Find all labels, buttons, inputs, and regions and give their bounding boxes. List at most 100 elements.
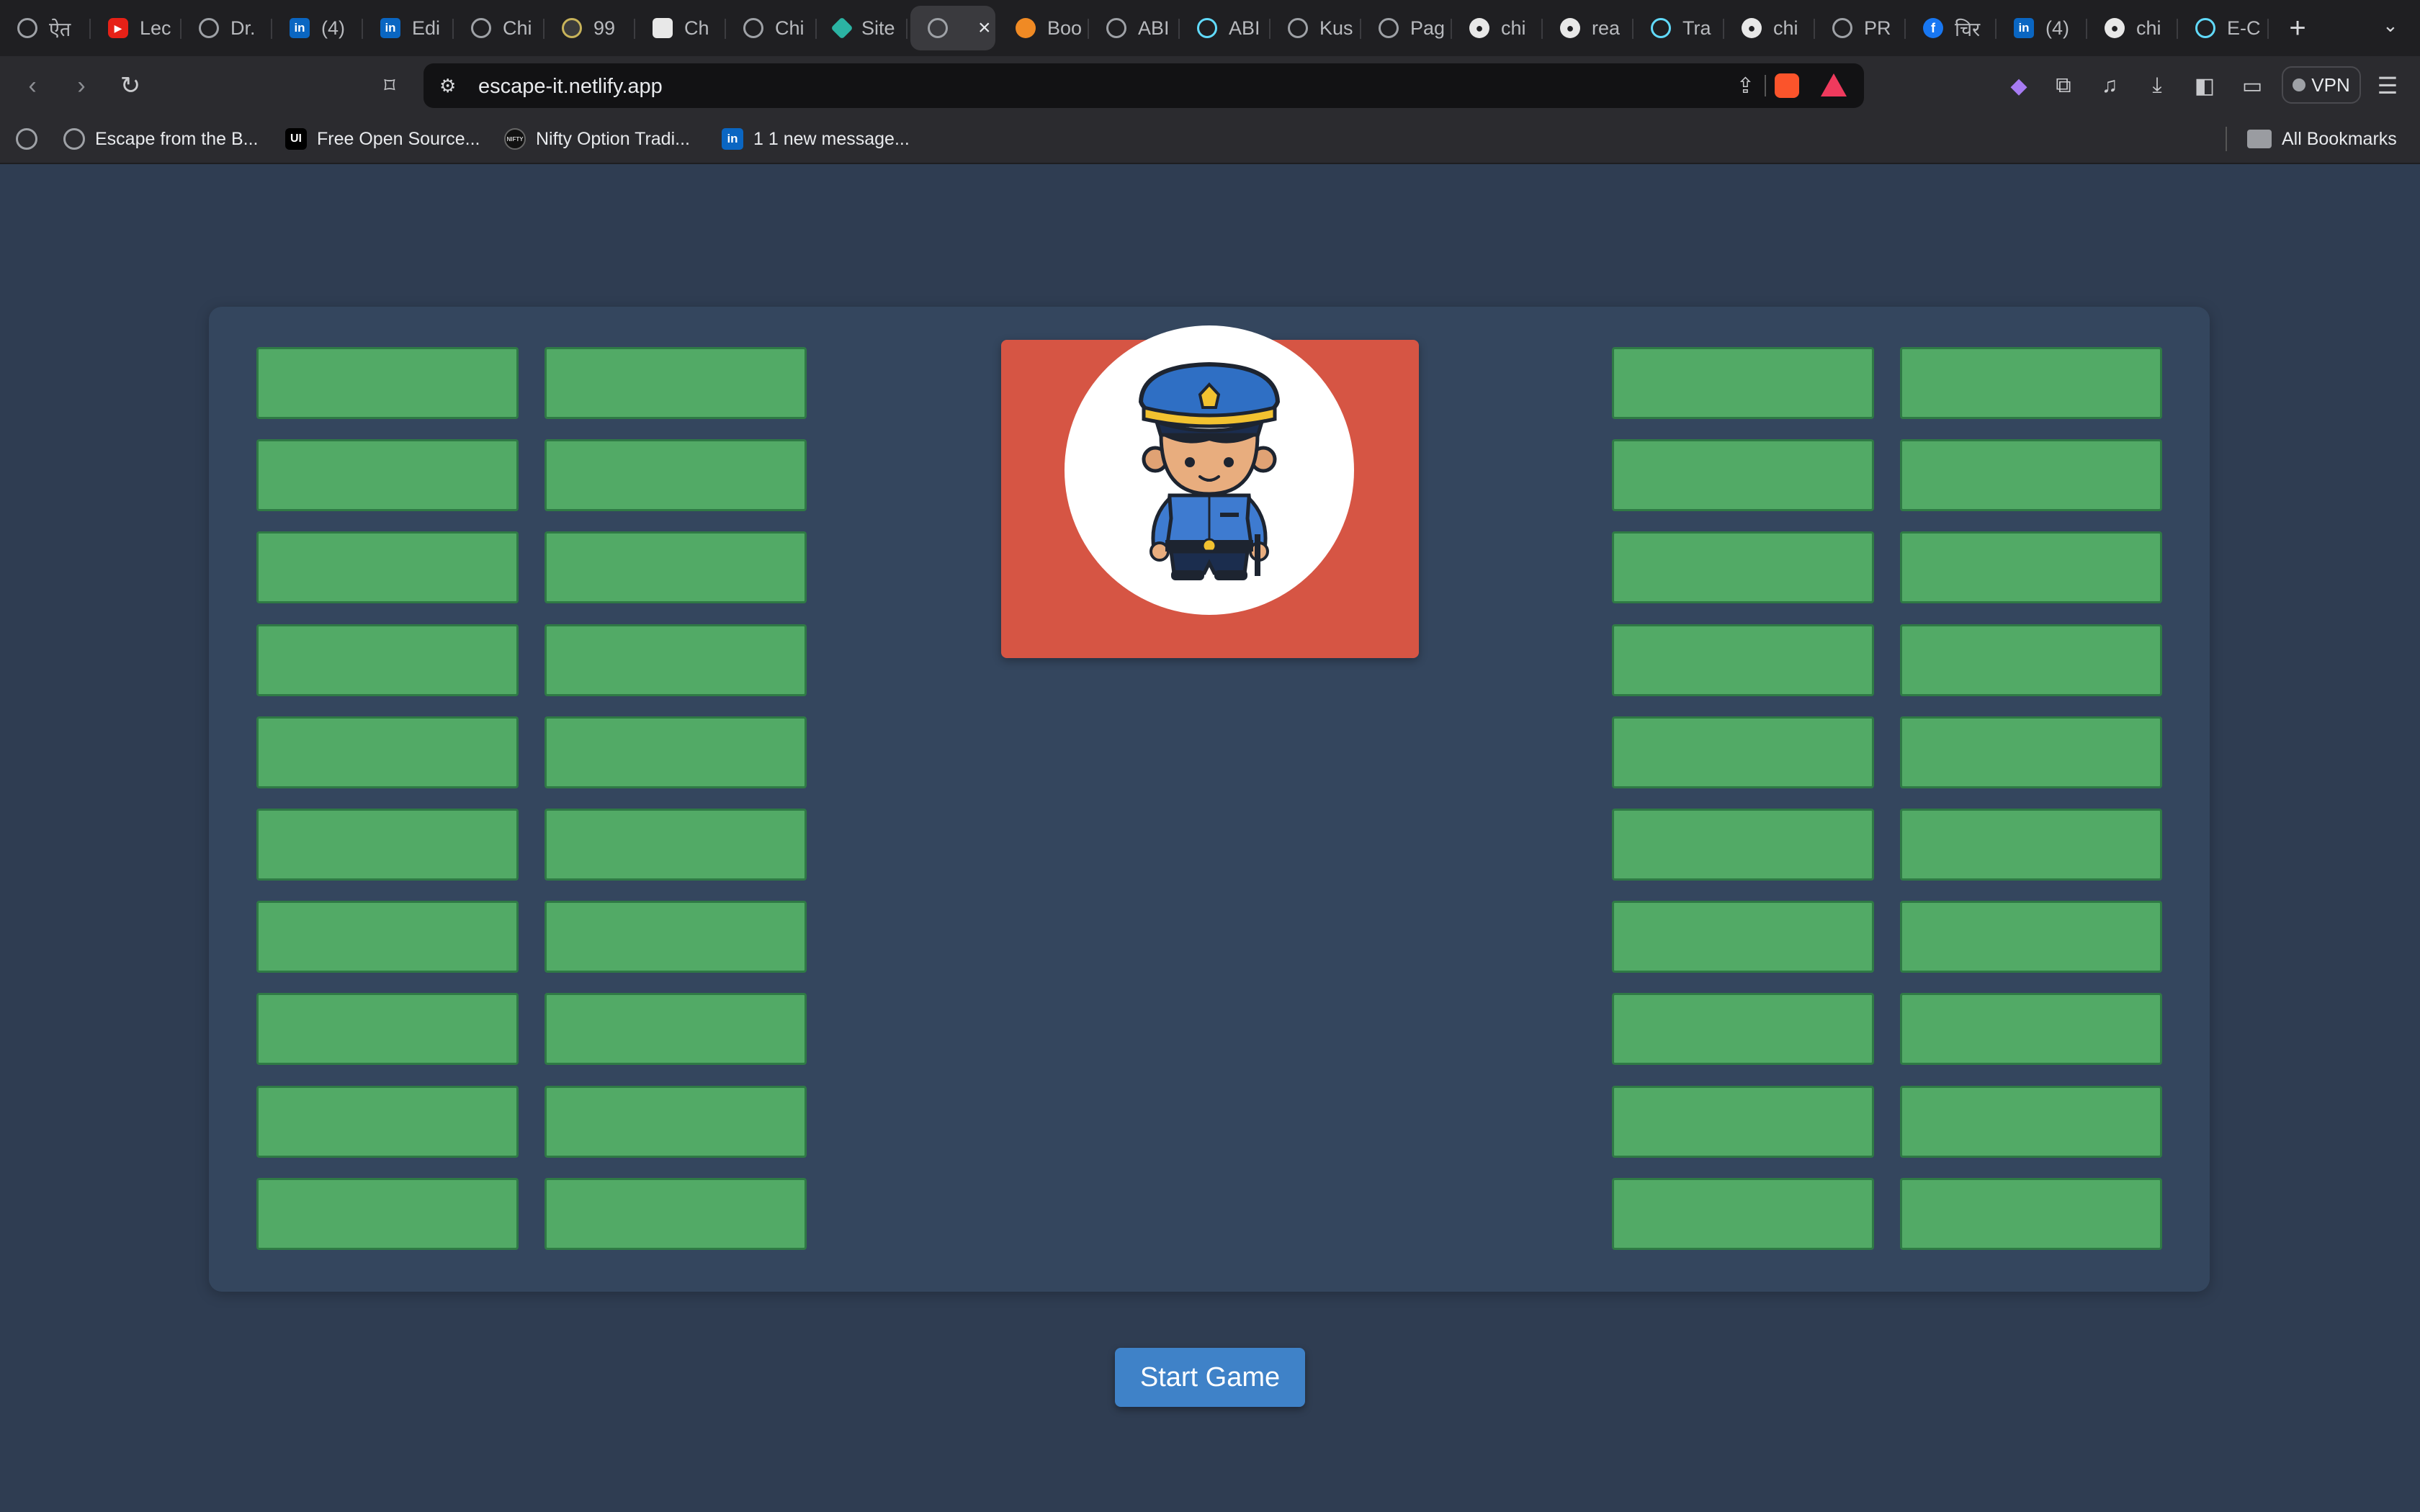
wallet-icon[interactable]: ▭ (2236, 69, 2269, 102)
browser-tab[interactable]: Dr. (182, 6, 272, 50)
browser-tab[interactable]: ● chi (1452, 6, 1543, 50)
globe-icon (1106, 18, 1126, 38)
tab-search-icon[interactable]: ⌄ (2383, 14, 2404, 36)
reload-button[interactable]: ↻ (114, 69, 147, 102)
browser-tab[interactable]: Tra (1634, 6, 1724, 50)
forward-button[interactable]: › (65, 69, 98, 102)
grid-cell-right[interactable] (1900, 1178, 2162, 1250)
media-icon[interactable]: ♫ (2093, 69, 2126, 102)
vpn-button[interactable]: VPN (2282, 66, 2361, 104)
browser-tab[interactable]: ABI (1089, 6, 1180, 50)
new-tab-button[interactable]: + (2276, 12, 2319, 45)
browser-tab[interactable]: ABI (1180, 6, 1270, 50)
linkedin-icon: in (722, 128, 743, 150)
address-url[interactable]: escape-it.netlify.app (478, 75, 663, 99)
grid-cell-right[interactable] (1900, 624, 2162, 696)
grid-cell-left[interactable] (256, 716, 519, 788)
close-tab-icon[interactable]: × (978, 16, 991, 40)
grid-cell-left[interactable] (544, 901, 807, 973)
grid-cell-left[interactable] (544, 531, 807, 603)
bookmark-item[interactable]: UI Free Open Source... (285, 125, 480, 153)
grid-cell-right[interactable] (1612, 809, 1874, 881)
grid-cell-left[interactable] (256, 439, 519, 511)
grid-cell-right[interactable] (1900, 809, 2162, 881)
browser-tab[interactable]: Boo (998, 6, 1089, 50)
grid-cell-left[interactable] (544, 1086, 807, 1158)
address-bar[interactable]: ⚙ escape-it.netlify.app ⇪ (424, 63, 1864, 108)
brave-shields-icon[interactable] (1775, 73, 1799, 98)
bookmark-item[interactable]: NIFTY Nifty Option Tradi... (504, 125, 690, 153)
share-icon[interactable]: ⇪ (1736, 73, 1754, 99)
extensions-icon[interactable]: ⧉ (2047, 69, 2080, 102)
browser-tab[interactable]: ▶ Lec (91, 6, 182, 50)
browser-tab[interactable]: PR (1815, 6, 1906, 50)
browser-tab[interactable]: ● chi (1724, 6, 1815, 50)
grid-cell-left[interactable] (544, 347, 807, 419)
browser-tab[interactable]: Pag (1361, 6, 1452, 50)
browser-tab[interactable]: ऐत (0, 6, 91, 50)
grid-cell-left[interactable] (544, 439, 807, 511)
grid-cell-right[interactable] (1900, 439, 2162, 511)
leo-ai-icon[interactable]: ◆ (2002, 69, 2035, 102)
browser-tab[interactable]: f चिर (1906, 6, 1996, 50)
grid-cell-right[interactable] (1900, 901, 2162, 973)
grid-cell-left[interactable] (544, 809, 807, 881)
browser-tab[interactable]: in (4) (272, 6, 363, 50)
bookmark-item[interactable]: Escape from the B... (63, 125, 259, 153)
globe-icon (471, 18, 491, 38)
all-bookmarks-button[interactable]: All Bookmarks (2247, 125, 2397, 153)
grid-cell-right[interactable] (1612, 624, 1874, 696)
brave-rewards-icon[interactable] (1821, 73, 1847, 96)
grid-cell-right[interactable] (1900, 347, 2162, 419)
grid-cell-right[interactable] (1612, 347, 1874, 419)
grid-cell-left[interactable] (256, 624, 519, 696)
browser-tab[interactable]: Ch (635, 6, 726, 50)
bookmark-item[interactable]: in 1 1 new message... (722, 125, 910, 153)
grid-cell-right[interactable] (1900, 993, 2162, 1065)
menu-icon[interactable]: ☰ (2371, 69, 2404, 102)
browser-tab[interactable]: E-C (2178, 6, 2269, 50)
grid-cell-left[interactable] (544, 716, 807, 788)
download-icon[interactable]: ⤓ (2141, 69, 2174, 102)
grid-cell-left[interactable] (544, 624, 807, 696)
grid-cell-left[interactable] (256, 531, 519, 603)
grid-cell-left[interactable] (256, 901, 519, 973)
grid-cell-left[interactable] (544, 993, 807, 1065)
back-button[interactable]: ‹ (16, 69, 49, 102)
grid-cell-right[interactable] (1612, 716, 1874, 788)
grid-cell-right[interactable] (1900, 1086, 2162, 1158)
browser-tab[interactable]: Chi (454, 6, 544, 50)
sidebar-icon[interactable]: ◧ (2188, 69, 2221, 102)
bookmark-item[interactable] (16, 125, 37, 153)
grid-cell-left[interactable] (256, 347, 519, 419)
grid-cell-left[interactable] (256, 993, 519, 1065)
tab-active[interactable]: × (910, 6, 995, 50)
grid-cell-right[interactable] (1612, 439, 1874, 511)
start-game-button[interactable]: Start Game (1115, 1348, 1305, 1407)
browser-tab[interactable]: ● rea (1543, 6, 1634, 50)
grid-cell-left[interactable] (256, 1086, 519, 1158)
grid-cell-left[interactable] (544, 1178, 807, 1250)
bookmark-label: Escape from the B... (95, 128, 259, 149)
tab-label: chi (1501, 17, 1526, 39)
grid-cell-right[interactable] (1900, 716, 2162, 788)
grid-cell-left[interactable] (256, 809, 519, 881)
browser-tab[interactable]: ● chi (2087, 6, 2178, 50)
grid-cell-right[interactable] (1612, 531, 1874, 603)
grid-cell-right[interactable] (1612, 1178, 1874, 1250)
grid-cell-left[interactable] (256, 1178, 519, 1250)
browser-tab[interactable]: in (4) (1996, 6, 2087, 50)
bookmark-icon[interactable]: ⌑ (373, 69, 406, 102)
browser-tab[interactable]: 99 (544, 6, 635, 50)
browser-tab[interactable]: Site (817, 6, 908, 50)
grid-cell-right[interactable] (1900, 531, 2162, 603)
tab-label: 99 (593, 17, 616, 39)
browser-tab[interactable]: Kus (1270, 6, 1361, 50)
browser-tab[interactable]: in Edi (363, 6, 454, 50)
grid-cell-right[interactable] (1612, 1086, 1874, 1158)
browser-tab[interactable]: Chi (726, 6, 817, 50)
grid-cell-right[interactable] (1612, 901, 1874, 973)
site-settings-icon[interactable]: ⚙ (439, 75, 461, 96)
tab-label: E-C (2227, 17, 2261, 39)
grid-cell-right[interactable] (1612, 993, 1874, 1065)
